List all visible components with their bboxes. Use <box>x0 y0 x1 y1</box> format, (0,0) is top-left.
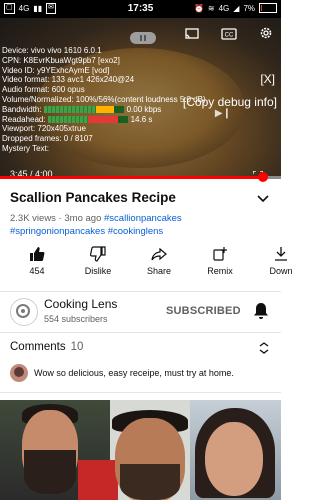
comment-text: Wow so delicious, easy receipe, must try… <box>34 368 234 378</box>
like-button[interactable]: 454 <box>12 246 62 276</box>
seek-bar-thumb[interactable] <box>258 172 269 182</box>
thumbs-up-icon <box>30 247 45 261</box>
dislike-label: Dislike <box>84 266 112 276</box>
autoplay-toggle[interactable] <box>130 32 156 44</box>
bandwidth-graph <box>43 106 124 114</box>
subscribed-button[interactable]: SUBSCRIBED <box>166 305 241 317</box>
expand-description-chevron-icon[interactable] <box>257 190 269 208</box>
player-top-controls: CC <box>185 26 273 45</box>
download-icon <box>275 247 287 261</box>
debug-bandwidth-row: Bandwidth: 0.00 kbps <box>2 105 206 115</box>
debug-bandwidth-label: Bandwidth: <box>2 104 42 114</box>
comments-count: 10 <box>70 341 84 353</box>
comments-header[interactable]: Comments 10 <box>10 341 83 353</box>
debug-video-format: Video format: 133 avc1 426x240@24 <box>2 75 135 85</box>
thumbs-down-icon <box>90 246 106 262</box>
remix-icon <box>213 247 227 261</box>
debug-volume: Volume/Normalized: 100%/56%(content loud… <box>2 94 206 104</box>
subscriber-count: 554 subscribers <box>44 314 108 324</box>
channel-avatar[interactable] <box>10 298 38 326</box>
battery-percent: 7% <box>243 3 255 13</box>
hashtag-link[interactable]: #scallionpancakes <box>104 213 182 224</box>
video-meta: 2.3K views · 3mo ago #scallionpancakes #… <box>10 213 182 237</box>
cast-icon[interactable] <box>185 27 199 45</box>
video-title[interactable]: Scallion Pancakes Recipe <box>10 190 176 205</box>
thumbnail-person <box>205 422 263 496</box>
upload-age: 3mo ago <box>64 213 102 224</box>
share-button[interactable]: Share <box>134 246 184 276</box>
debug-close-button[interactable]: [X] <box>260 72 275 86</box>
view-count: 2.3K views <box>10 213 56 224</box>
svg-text:CC: CC <box>225 32 234 38</box>
channel-row[interactable]: Cooking Lens 554 subscribers SUBSCRIBED <box>0 294 281 330</box>
comments-heading: Comments <box>10 341 66 353</box>
like-count: 454 <box>29 266 45 276</box>
divider <box>0 332 281 333</box>
hashtag-link[interactable]: #cookinglens <box>108 226 163 237</box>
action-bar: 454 Dislike Share Remix Down <box>0 246 293 282</box>
seek-bar[interactable] <box>0 172 281 182</box>
commenter-avatar <box>10 364 28 382</box>
debug-dropped-frames: Dropped frames: 0 / 8107 <box>2 134 93 144</box>
dislike-button[interactable]: Dislike <box>73 246 123 276</box>
download-label: Down <box>269 266 293 276</box>
status-bar: ▢ 4G ▮▮ ✉ 17:35 ⏰ ≋ 4G ◢ 7% <box>0 0 281 18</box>
debug-video-id: Video ID: y9YExhcAymE [vod] <box>2 65 110 75</box>
alarm-icon: ⏰ <box>193 3 204 13</box>
hashtag-link[interactable]: #springonionpancakes <box>10 226 105 237</box>
debug-readahead-row: Readahead: 14.6 s <box>2 115 206 125</box>
divider <box>0 392 281 393</box>
copy-debug-info-button[interactable]: [Copy debug info] <box>183 95 277 109</box>
expand-comments-icon[interactable] <box>259 341 269 359</box>
video-player[interactable]: CC Device: vivo vivo 1610 6.0.1 CPN: K8E… <box>0 18 281 178</box>
notification-bell-icon[interactable] <box>253 302 269 325</box>
download-button[interactable]: Down <box>256 246 306 276</box>
network-type-icon: 4G <box>218 3 230 13</box>
debug-bandwidth-value: 0.00 kbps <box>126 104 162 114</box>
remix-label: Remix <box>207 266 233 276</box>
stats-for-nerds: Device: vivo vivo 1610 6.0.1 CPN: K8EvrK… <box>2 46 206 154</box>
share-label: Share <box>146 266 172 276</box>
debug-mystery-text: Mystery Text: <box>2 143 49 153</box>
top-comment[interactable]: Wow so delicious, easy receipe, must try… <box>10 364 272 384</box>
wifi-icon: ≋ <box>207 3 215 13</box>
remix-button[interactable]: Remix <box>195 246 245 276</box>
channel-name[interactable]: Cooking Lens <box>44 297 117 311</box>
debug-audio-format: Audio format: 600 opus <box>2 85 85 95</box>
status-right-icons: ⏰ ≋ 4G ◢ 7% <box>194 3 277 13</box>
divider <box>0 291 281 292</box>
debug-cpn: CPN: K8EvrKbuaWgt9pb7 [exo2] <box>2 55 120 65</box>
skip-next-icon[interactable]: ▶❙ <box>215 108 231 119</box>
signal-strength-icon: ◢ <box>233 3 240 13</box>
recommended-video-thumbnail[interactable] <box>0 400 281 500</box>
share-icon <box>151 247 167 261</box>
debug-readahead-value: 14.6 s <box>130 114 153 124</box>
settings-gear-icon[interactable] <box>259 26 273 45</box>
debug-viewport: Viewport: 720x405xtrue <box>2 124 86 134</box>
captions-icon[interactable]: CC <box>221 27 237 45</box>
debug-readahead-label: Readahead: <box>2 114 46 124</box>
seek-bar-played <box>0 176 264 179</box>
readahead-graph <box>47 115 128 123</box>
debug-device: Device: vivo vivo 1610 6.0.1 <box>2 46 102 55</box>
battery-icon <box>259 3 277 13</box>
